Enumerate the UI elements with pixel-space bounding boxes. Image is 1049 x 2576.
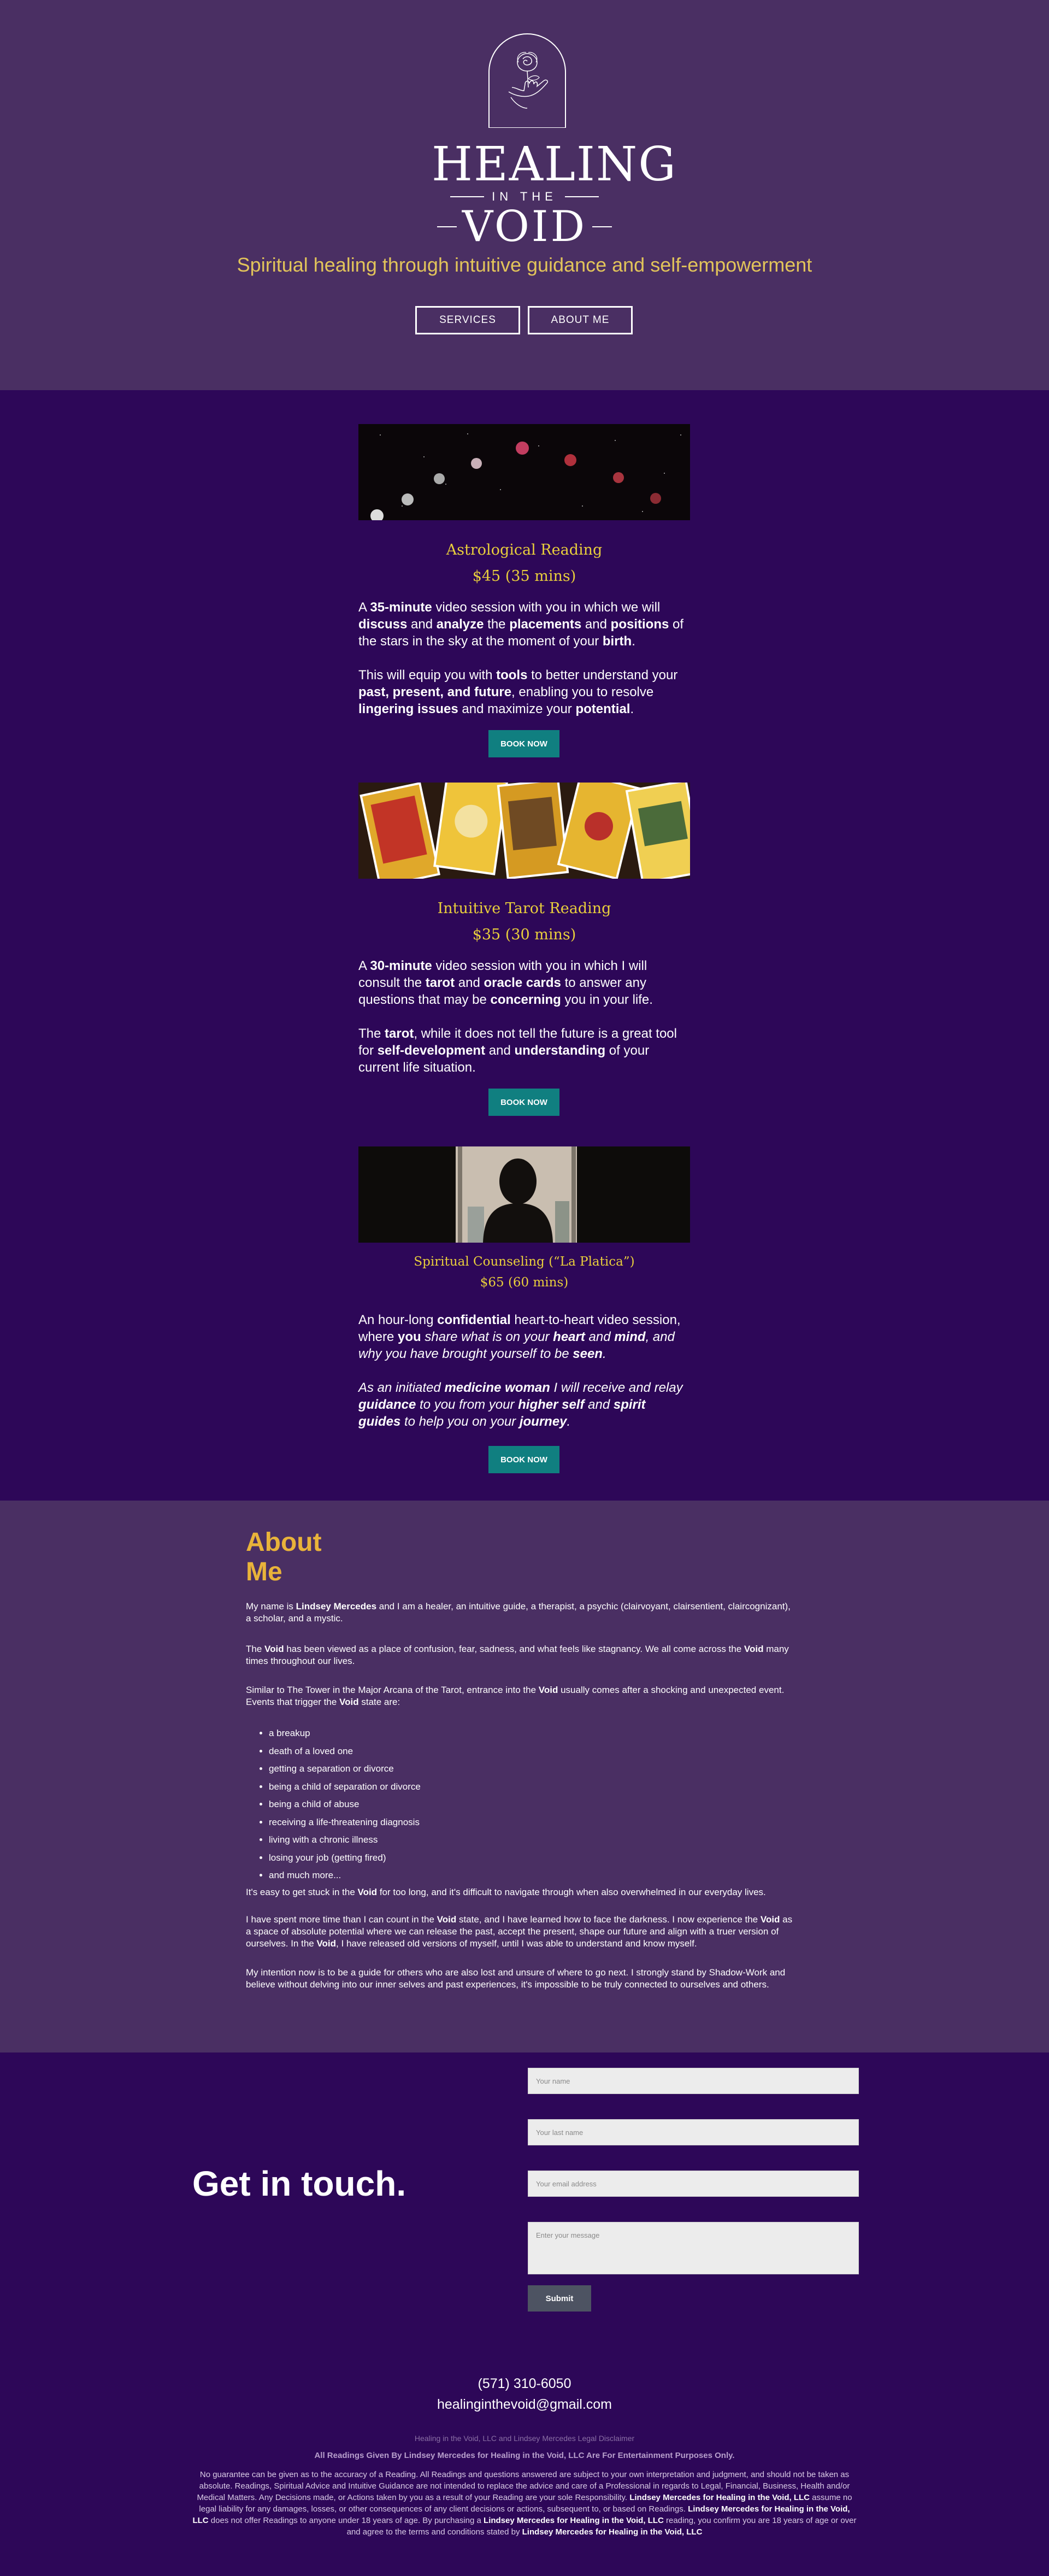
first-name-field[interactable]: Your name [528,2068,859,2094]
silhouette-window-image [358,1146,690,1243]
service-price: $65 (60 mins) [480,1275,569,1290]
service-description: A 30-minute video session with you in wh… [358,958,653,1007]
about-paragraph: I have spent more time than I can count … [246,1914,793,1949]
list-item: receiving a life-threatening diagnosis [269,1814,421,1832]
list-item: getting a separation or divorce [269,1760,421,1778]
service-title: Spiritual Counseling (“La Platica”) [414,1255,635,1269]
service-description: This will equip you with tools to better… [358,668,678,716]
about-section: About Me My name is Lindsey Mercedes and… [0,1501,1049,2052]
book-now-button[interactable]: BOOK NOW [488,1089,559,1116]
about-paragraph: Similar to The Tower in the Major Arcana… [246,1685,785,1707]
list-item: a breakup [269,1725,421,1743]
last-name-field[interactable]: Your last name [528,2119,859,2145]
services-button[interactable]: SERVICES [415,306,520,334]
about-paragraph: The Void has been viewed as a place of c… [246,1644,789,1666]
brand-word-void: VOID [432,205,617,249]
tagline: Spiritual healing through intuitive guid… [237,254,812,276]
void-triggers-list: a breakup death of a loved one getting a… [260,1725,421,1885]
email-address[interactable]: healinginthevoid@gmail.com [0,2396,1049,2413]
submit-button[interactable]: Submit [528,2285,591,2312]
about-me-button[interactable]: ABOUT ME [528,306,633,334]
list-item: losing your job (getting fired) [269,1849,421,1867]
about-paragraph: My name is Lindsey Mercedes and I am a h… [246,1601,791,1624]
phone-number: (571) 310-6050 [478,2376,571,2391]
list-item: and much more... [269,1867,421,1885]
services-section: Astrological Reading $45 (35 mins) A 35-… [0,390,1049,1501]
about-paragraph: It's easy to get stuck in the Void for t… [246,1887,766,1897]
service-title: Astrological Reading [446,542,603,558]
disclaimer-heading: All Readings Given By Lindsey Mercedes f… [314,2451,735,2460]
brand-wordmark: HEALING IN THE VOID [432,137,677,249]
disclaimer-body: No guarantee can be given as to the accu… [192,2470,857,2537]
service-description: The tarot, while it does not tell the fu… [358,1026,677,1075]
book-now-button[interactable]: BOOK NOW [488,1446,559,1473]
about-paragraph: My intention now is to be a guide for ot… [246,1967,786,1990]
moon-phases-image [358,424,690,520]
service-description: An hour-long confidential heart-to-heart… [358,1313,681,1361]
disclaimer-title: Healing in the Void, LLC and Lindsey Mer… [414,2434,635,2443]
email-field[interactable]: Your email address [528,2171,859,2197]
service-title: Intuitive Tarot Reading [437,900,611,917]
service-price: $35 (30 mins) [472,926,576,943]
hero-section: HEALING IN THE VOID Spiritual healing th… [0,0,1049,390]
book-now-button[interactable]: BOOK NOW [488,730,559,757]
service-description: A 35-minute video session with you in wh… [358,600,684,649]
brand-word-healing: HEALING [432,137,677,192]
list-item: death of a loved one [269,1743,421,1761]
list-item: being a child of separation or divorce [269,1778,421,1796]
list-item: being a child of abuse [269,1796,421,1814]
message-field[interactable]: Enter your message [528,2222,859,2274]
service-price: $45 (35 mins) [472,568,576,585]
list-item: living with a chronic illness [269,1831,421,1849]
about-title: About Me [246,1528,322,1586]
get-in-touch-heading: Get in touch. [192,2164,406,2203]
contact-section: Get in touch. Your name Your last name Y… [0,2052,1049,2576]
service-description: As an initiated medicine woman I will re… [358,1380,683,1429]
tarot-cards-image [358,783,690,879]
rose-hand-logo-icon [488,33,566,128]
